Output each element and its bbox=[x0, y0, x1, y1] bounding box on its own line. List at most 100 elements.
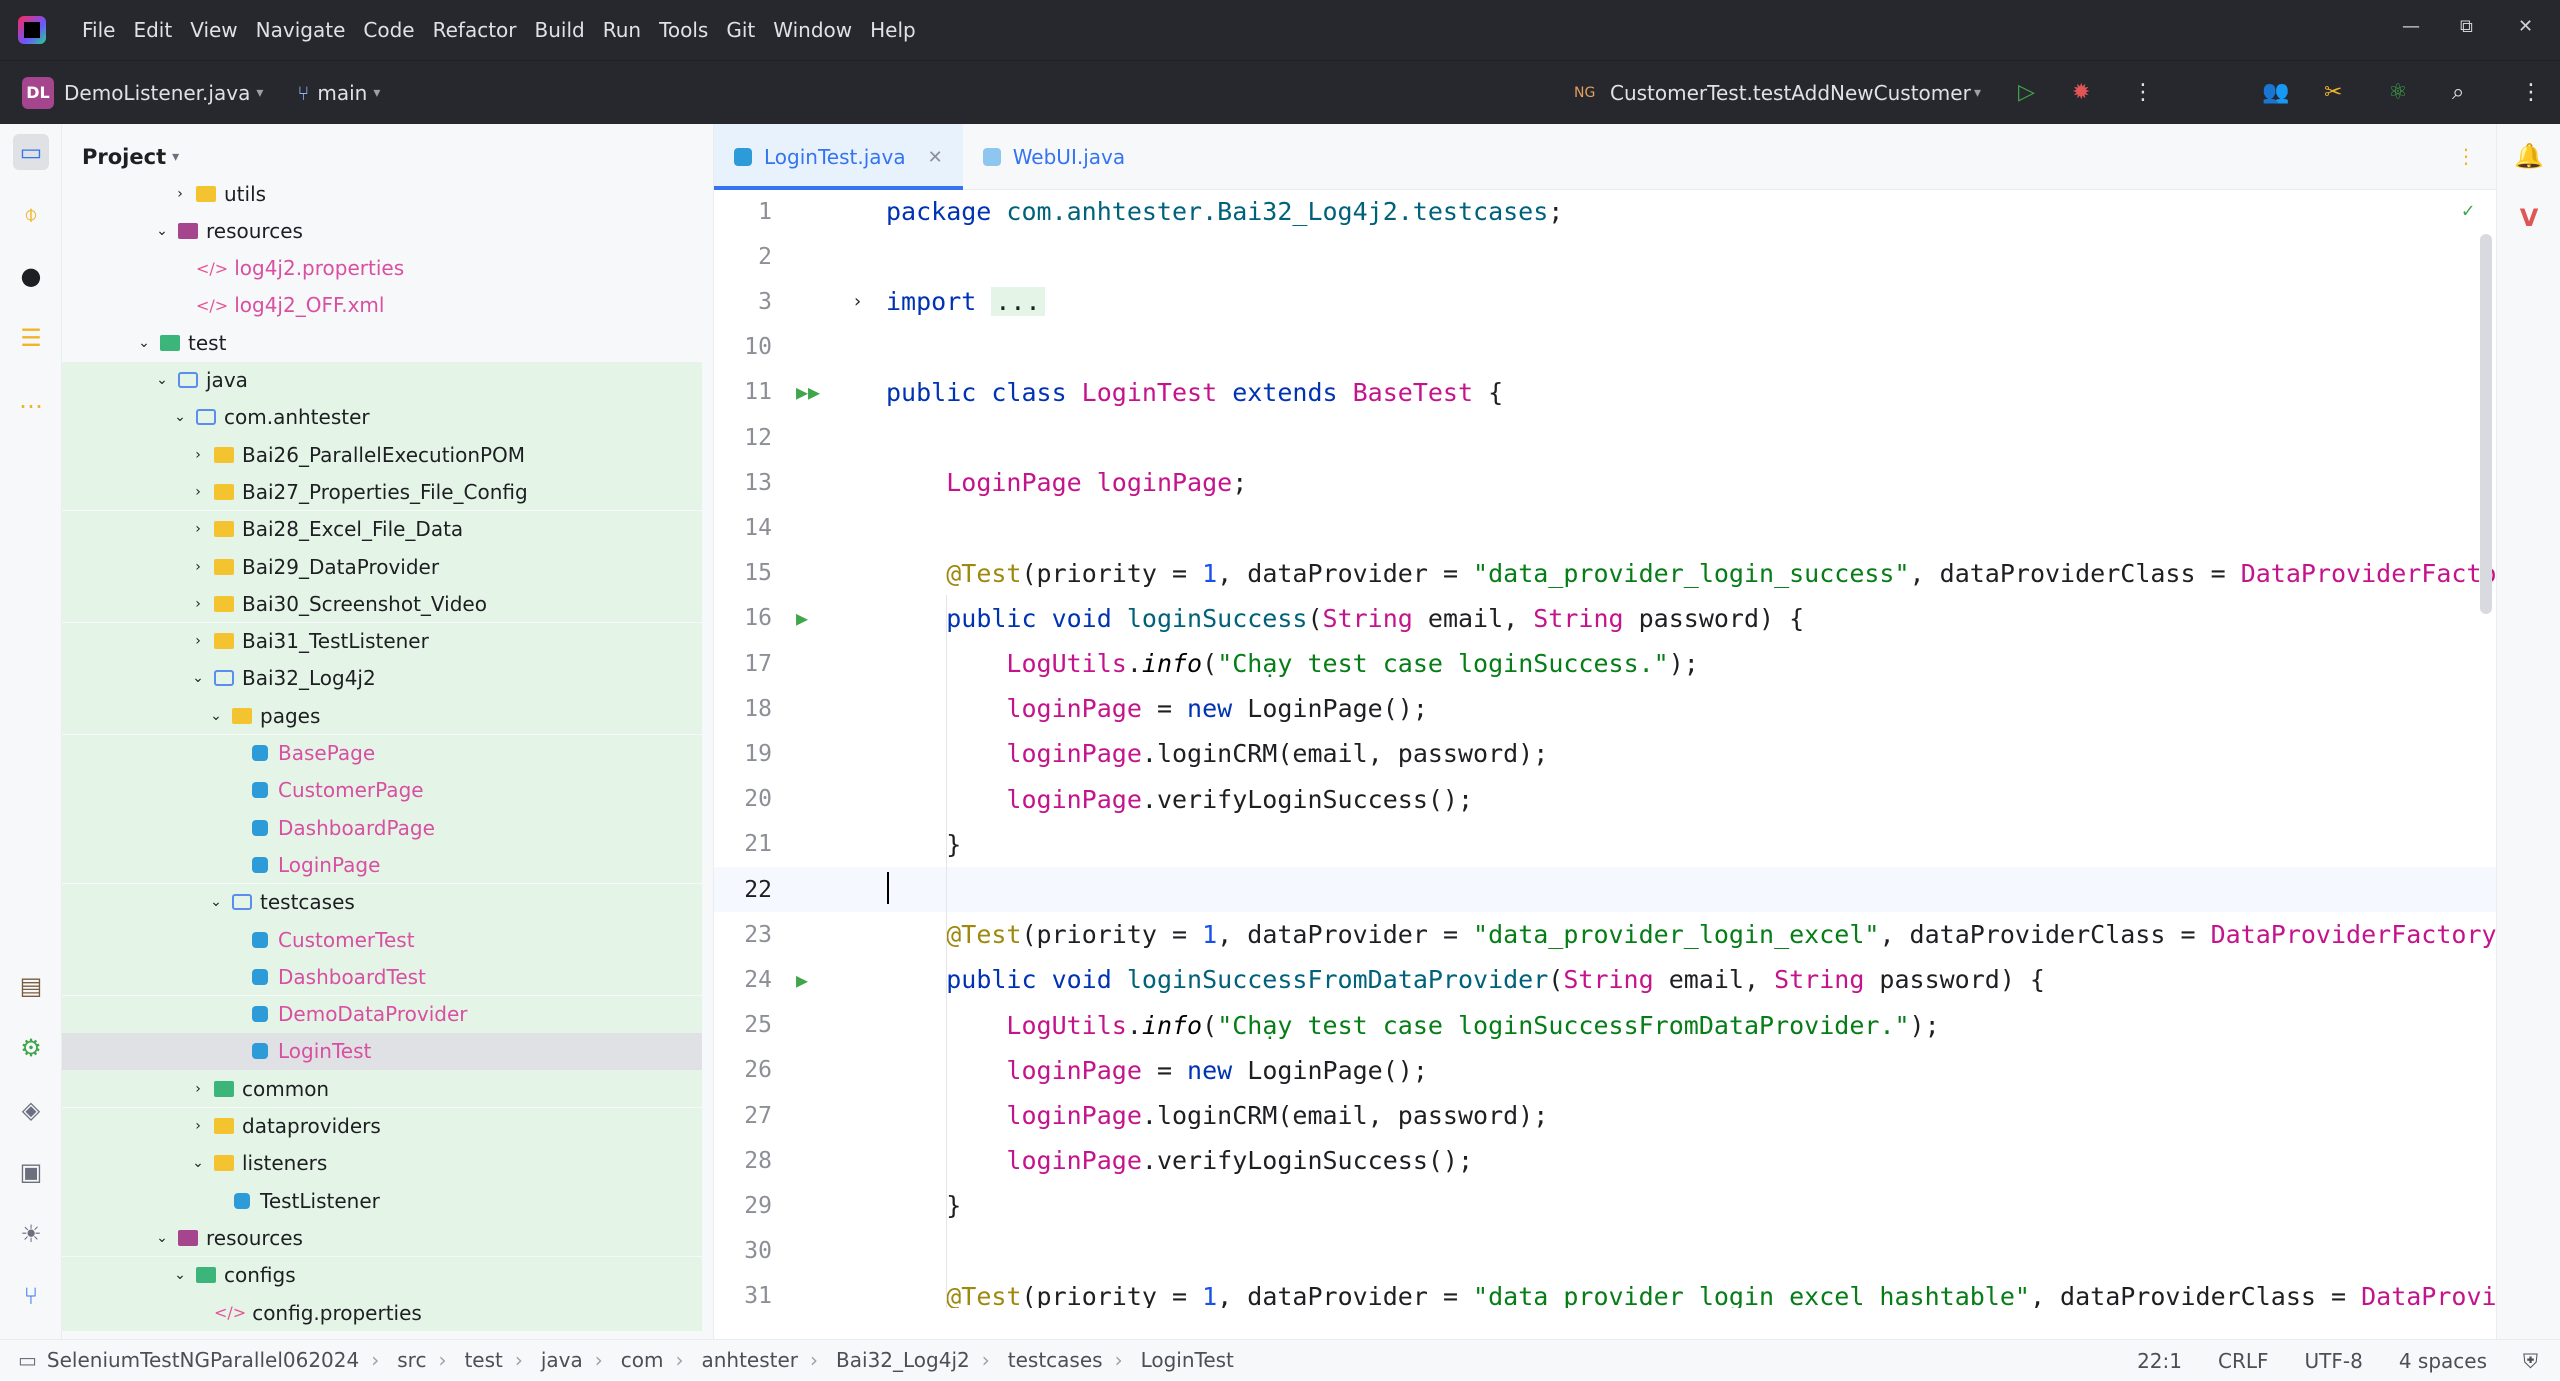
line-number[interactable]: 15 bbox=[714, 560, 772, 586]
more-tools-icon[interactable]: … bbox=[13, 382, 49, 418]
line-number[interactable]: 3 bbox=[714, 289, 772, 315]
line-number[interactable]: 31 bbox=[714, 1283, 772, 1308]
tree-item[interactable]: TestListener bbox=[62, 1182, 702, 1220]
chevron-down-icon[interactable]: ⌄ bbox=[188, 1155, 208, 1171]
tree-item[interactable]: </> log4j2_OFF.xml bbox=[62, 287, 702, 324]
more-icon[interactable]: ⋮ bbox=[2132, 80, 2154, 105]
code-line[interactable]: 15 @Test(priority = 1, dataProvider = "d… bbox=[714, 551, 2496, 596]
line-number[interactable]: 18 bbox=[714, 696, 772, 722]
menu-window[interactable]: Window bbox=[773, 18, 852, 42]
menu-run[interactable]: Run bbox=[603, 18, 641, 42]
code-line[interactable]: 29 } bbox=[714, 1183, 2496, 1228]
line-number[interactable]: 28 bbox=[714, 1148, 772, 1174]
notifications-icon[interactable]: 🔔 bbox=[2511, 138, 2547, 174]
code-line[interactable]: 13 LoginPage loginPage; bbox=[714, 460, 2496, 505]
tree-item[interactable]: BasePage bbox=[62, 734, 702, 772]
menu-refactor[interactable]: Refactor bbox=[433, 18, 517, 42]
menu-navigate[interactable]: Navigate bbox=[256, 18, 346, 42]
chevron-right-icon[interactable]: › bbox=[188, 447, 208, 463]
breadcrumb-item[interactable]: Bai32_Log4j2 bbox=[836, 1348, 970, 1372]
code-line[interactable]: 30 bbox=[714, 1229, 2496, 1274]
chevron-down-icon[interactable]: ⌄ bbox=[206, 894, 226, 910]
tree-item[interactable]: › Bai26_ParallelExecutionPOM bbox=[62, 436, 702, 474]
search-icon[interactable]: ⌕ bbox=[2452, 80, 2464, 105]
line-number[interactable]: 10 bbox=[714, 334, 772, 360]
tree-item[interactable]: ⌄ pages bbox=[62, 697, 702, 735]
ai-assistant-icon[interactable]: ⚛ bbox=[2388, 80, 2408, 105]
line-number[interactable]: 16 bbox=[714, 605, 772, 631]
run-icon[interactable]: ▷ bbox=[2018, 80, 2035, 105]
code-line[interactable]: 10 bbox=[714, 325, 2496, 370]
code-with-me-icon[interactable]: 👥 bbox=[2262, 80, 2289, 105]
commit-icon[interactable]: ⌽ bbox=[13, 196, 49, 232]
tree-item[interactable]: LoginTest bbox=[62, 1032, 702, 1070]
tree-item[interactable]: ⌄ resources bbox=[62, 212, 702, 249]
menu-tools[interactable]: Tools bbox=[659, 18, 708, 42]
close-icon[interactable]: ✕ bbox=[2518, 16, 2533, 37]
chevron-down-icon[interactable]: ⌄ bbox=[152, 372, 172, 388]
chevron-down-icon[interactable]: ⌄ bbox=[170, 409, 190, 425]
menu-code[interactable]: Code bbox=[363, 18, 414, 42]
project-badge[interactable]: DL bbox=[22, 76, 54, 109]
menu-view[interactable]: View bbox=[190, 18, 237, 42]
menu-file[interactable]: File bbox=[82, 18, 115, 42]
line-number[interactable]: 29 bbox=[714, 1193, 772, 1219]
breadcrumb-item[interactable]: com bbox=[621, 1348, 664, 1372]
tree-item[interactable]: DashboardPage bbox=[62, 809, 702, 847]
line-number[interactable]: 22 bbox=[714, 877, 772, 903]
code-line[interactable]: 1 package com.anhtester.Bai32_Log4j2.test… bbox=[714, 190, 2496, 234]
chevron-right-icon[interactable]: › bbox=[188, 633, 208, 649]
tree-item[interactable]: ⌄ Bai32_Log4j2 bbox=[62, 659, 702, 697]
code-line[interactable]: 19 loginPage.loginCRM(email, password); bbox=[714, 731, 2496, 776]
minimize-icon[interactable]: — bbox=[2402, 16, 2420, 37]
bookmarks-icon[interactable]: ▤ bbox=[13, 968, 49, 1004]
github-icon[interactable]: ● bbox=[13, 258, 49, 294]
tree-item[interactable]: › Bai30_Screenshot_Video bbox=[62, 585, 702, 623]
code-line[interactable]: 25 LogUtils.info("Chạy test case loginSu… bbox=[714, 1003, 2496, 1048]
code-line[interactable]: 2 bbox=[714, 234, 2496, 279]
fold-chevron-icon[interactable]: › bbox=[852, 291, 863, 312]
line-ending[interactable]: CRLF bbox=[2218, 1349, 2269, 1373]
code-line[interactable]: 23 @Test(priority = 1, dataProvider = "d… bbox=[714, 912, 2496, 957]
menu-help[interactable]: Help bbox=[870, 18, 916, 42]
chevron-down-icon[interactable]: ⌄ bbox=[206, 708, 226, 724]
tree-item[interactable]: </> config.properties bbox=[62, 1294, 702, 1331]
chevron-right-icon[interactable]: › bbox=[188, 559, 208, 575]
code-line[interactable]: 3 › import ... bbox=[714, 279, 2496, 324]
tree-item[interactable]: › dataproviders bbox=[62, 1107, 702, 1145]
editor-scrollbar[interactable] bbox=[2480, 234, 2492, 614]
services-icon[interactable]: ⚙ bbox=[13, 1030, 49, 1066]
line-number[interactable]: 30 bbox=[714, 1238, 772, 1264]
breadcrumb-item[interactable]: src bbox=[397, 1348, 426, 1372]
breadcrumb-item[interactable]: java bbox=[541, 1348, 583, 1372]
code-line[interactable]: 12 bbox=[714, 415, 2496, 460]
run-gutter-icon[interactable]: ▶ bbox=[796, 968, 808, 992]
structure-icon[interactable]: ☰ bbox=[13, 320, 49, 356]
code-line[interactable]: 27 loginPage.loginCRM(email, password); bbox=[714, 1093, 2496, 1138]
line-number[interactable]: 19 bbox=[714, 741, 772, 767]
line-number[interactable]: 25 bbox=[714, 1012, 772, 1038]
layers-icon[interactable]: ◈ bbox=[13, 1092, 49, 1128]
chevron-right-icon[interactable]: › bbox=[188, 1081, 208, 1097]
tree-item[interactable]: DemoDataProvider bbox=[62, 995, 702, 1033]
settings-more-icon[interactable]: ⋮ bbox=[2520, 80, 2542, 105]
no-problems-check-icon[interactable]: ✓ bbox=[2462, 198, 2474, 222]
code-line[interactable]: 20 loginPage.verifyLoginSuccess(); bbox=[714, 777, 2496, 822]
tree-item[interactable]: › Bai31_TestListener bbox=[62, 622, 702, 660]
debug-icon[interactable]: ✹ bbox=[2072, 80, 2090, 105]
tree-item[interactable]: CustomerTest bbox=[62, 921, 702, 958]
menu-git[interactable]: Git bbox=[726, 18, 755, 42]
cursor-position[interactable]: 22:1 bbox=[2137, 1349, 2182, 1373]
project-name[interactable]: DemoListener.java bbox=[64, 81, 250, 105]
line-number[interactable]: 23 bbox=[714, 922, 772, 948]
tree-item[interactable]: LoginPage bbox=[62, 846, 702, 884]
line-number[interactable]: 26 bbox=[714, 1057, 772, 1083]
line-number[interactable]: 17 bbox=[714, 651, 772, 677]
lock-icon[interactable]: ⛨ bbox=[2523, 1349, 2538, 1373]
breadcrumb-item[interactable]: anhtester bbox=[701, 1348, 798, 1372]
code-editor[interactable]: 1 package com.anhtester.Bai32_Log4j2.test… bbox=[714, 190, 2496, 1308]
close-icon[interactable]: ✕ bbox=[928, 147, 943, 168]
tree-item[interactable]: ⌄ testcases bbox=[62, 883, 702, 921]
code-line[interactable]: 31 @Test(priority = 1, dataProvider = "d… bbox=[714, 1274, 2496, 1308]
intellij-logo-icon[interactable] bbox=[18, 16, 46, 44]
